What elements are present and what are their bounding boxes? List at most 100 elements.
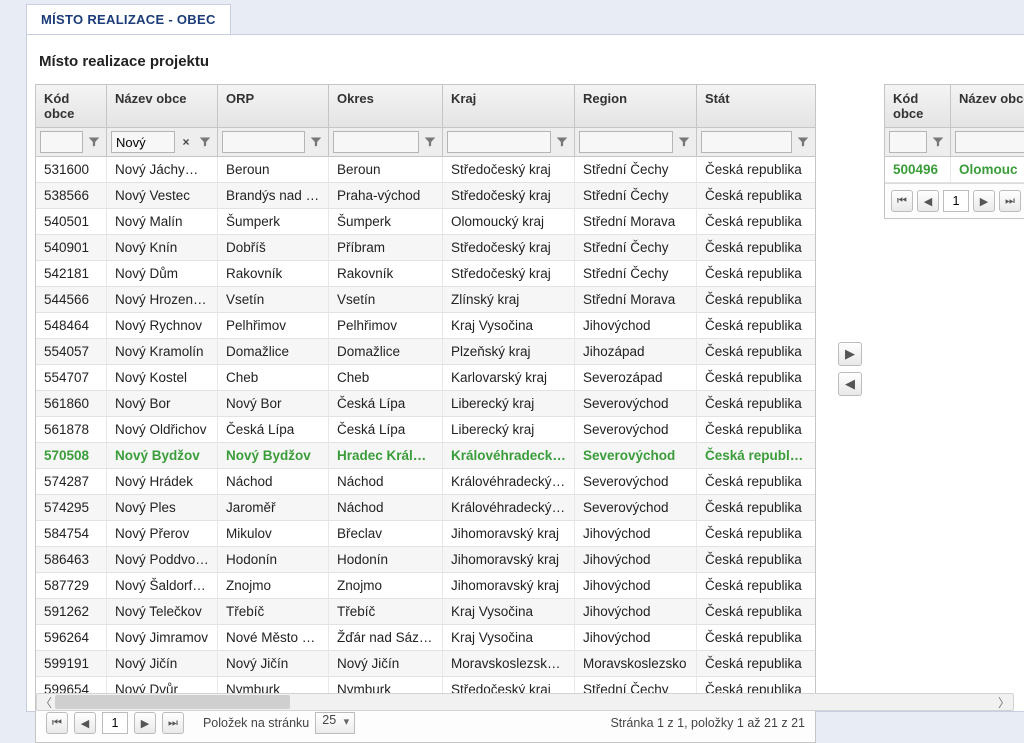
- table-row[interactable]: 586463Nový PoddvorovHodonínHodonínJihomo…: [36, 547, 815, 573]
- cell-kraj: Středočeský kraj: [443, 235, 575, 260]
- table-row[interactable]: 587729Nový Šaldorf-Sed…ZnojmoZnojmoJihom…: [36, 573, 815, 599]
- col-header-nazev-obce[interactable]: Název obce: [951, 85, 1024, 127]
- move-right-button[interactable]: ▶: [838, 342, 862, 366]
- col-header-kod-obce[interactable]: Kód obce: [885, 85, 951, 127]
- table-row[interactable]: 540501Nový MalínŠumperkŠumperkOlomoucký …: [36, 209, 815, 235]
- col-header-kraj[interactable]: Kraj: [443, 85, 575, 127]
- cell-nazev: Nový Oldřichov: [107, 417, 218, 442]
- col-header-kod-obce[interactable]: Kód obce: [36, 85, 107, 127]
- cell-orp: Rakovník: [218, 261, 329, 286]
- scroll-left-icon[interactable]: 〈: [37, 694, 55, 710]
- table-row[interactable]: 548464Nový RychnovPelhřimovPelhřimovKraj…: [36, 313, 815, 339]
- pager-last-icon[interactable]: ⏭: [999, 190, 1021, 212]
- table-row[interactable]: 591262Nový TelečkovTřebíčTřebíčKraj Vyso…: [36, 599, 815, 625]
- cell-kod: 548464: [36, 313, 107, 338]
- table-row[interactable]: 596264Nový JimramovNové Město na M…Žďár …: [36, 625, 815, 651]
- table-row[interactable]: 554057Nový KramolínDomažliceDomažlicePlz…: [36, 339, 815, 365]
- table-row[interactable]: 542181Nový DůmRakovníkRakovníkStředočesk…: [36, 261, 815, 287]
- table-row[interactable]: 574287Nový HrádekNáchodNáchodKrálovéhrad…: [36, 469, 815, 495]
- funnel-icon[interactable]: [795, 132, 811, 152]
- filter-kraj[interactable]: [447, 131, 551, 153]
- cell-stat: Česká republika: [697, 183, 815, 208]
- table-row[interactable]: 500496Olomouc: [885, 157, 1024, 183]
- cell-kod: 500496: [885, 157, 951, 182]
- cell-okres: Znojmo: [329, 573, 443, 598]
- cell-kraj: Zlínský kraj: [443, 287, 575, 312]
- table-row[interactable]: 574295Nový PlesJaroměřNáchodKrálovéhrade…: [36, 495, 815, 521]
- cell-stat: Česká republika: [697, 313, 815, 338]
- filter-nazev-obce[interactable]: [111, 131, 175, 153]
- filter-okres[interactable]: [333, 131, 419, 153]
- table-row[interactable]: 561860Nový BorNový BorČeská LípaLibereck…: [36, 391, 815, 417]
- pager-first-icon[interactable]: ⏮: [46, 712, 68, 734]
- table-row[interactable]: 599191Nový JičínNový JičínNový JičínMora…: [36, 651, 815, 677]
- pager-prev-icon[interactable]: ◀: [917, 190, 939, 212]
- table-row[interactable]: 584754Nový PřerovMikulovBřeclavJihomorav…: [36, 521, 815, 547]
- cell-region: Severovýchod: [575, 495, 697, 520]
- section-title: Místo realizace projektu: [27, 53, 1024, 84]
- filter-nazev-obce[interactable]: [955, 131, 1024, 153]
- cell-kod: 538566: [36, 183, 107, 208]
- table-row[interactable]: 540901Nový KnínDobříšPříbramStředočeský …: [36, 235, 815, 261]
- filter-stat[interactable]: [701, 131, 792, 153]
- pager-items-per-page-label: Položek na stránku: [203, 716, 309, 730]
- table-row[interactable]: 538566Nový VestecBrandýs nad Lab…Praha-v…: [36, 183, 815, 209]
- cell-stat: Česká republika: [697, 469, 815, 494]
- table-row[interactable]: 554707Nový KostelChebChebKarlovarský kra…: [36, 365, 815, 391]
- table-row[interactable]: 561878Nový OldřichovČeská LípaČeská Lípa…: [36, 417, 815, 443]
- pager-first-icon[interactable]: ⏮: [891, 190, 913, 212]
- pager-items-per-page-select[interactable]: 25: [315, 712, 355, 734]
- filter-orp[interactable]: [222, 131, 305, 153]
- cell-orp: Nový Jičín: [218, 651, 329, 676]
- cell-orp: Nové Město na M…: [218, 625, 329, 650]
- scroll-thumb[interactable]: [55, 695, 290, 709]
- cell-orp: Nový Bydžov: [218, 443, 329, 468]
- pager-next-icon[interactable]: ▶: [134, 712, 156, 734]
- funnel-icon[interactable]: [308, 132, 324, 152]
- pager-prev-icon[interactable]: ◀: [74, 712, 96, 734]
- cell-orp: Šumperk: [218, 209, 329, 234]
- table-row[interactable]: 544566Nový HrozenkovVsetínVsetínZlínský …: [36, 287, 815, 313]
- cell-region: Severovýchod: [575, 417, 697, 442]
- filter-kod-obce[interactable]: [40, 131, 83, 153]
- funnel-icon[interactable]: [197, 132, 213, 152]
- pager-page-input[interactable]: [102, 712, 128, 734]
- clear-filter-icon[interactable]: ×: [178, 132, 194, 152]
- cell-nazev: Olomouc: [951, 157, 1024, 182]
- cell-stat: Česká republika: [697, 339, 815, 364]
- scroll-right-icon[interactable]: 〉: [995, 694, 1013, 710]
- table-row[interactable]: 570508Nový BydžovNový BydžovHradec Králo…: [36, 443, 815, 469]
- transfer-buttons: ▶ ◀: [838, 84, 862, 402]
- cell-nazev: Nový Bydžov: [107, 443, 218, 468]
- horizontal-scrollbar[interactable]: 〈 〉: [36, 693, 1014, 711]
- cell-nazev: Nový Bor: [107, 391, 218, 416]
- tab-label: MÍSTO REALIZACE - OBEC: [41, 12, 216, 27]
- col-header-region[interactable]: Region: [575, 85, 697, 127]
- cell-stat: Česká republika: [697, 521, 815, 546]
- filter-kod-obce[interactable]: [889, 131, 927, 153]
- cell-kod: 591262: [36, 599, 107, 624]
- cell-orp: Třebíč: [218, 599, 329, 624]
- cell-kraj: Středočeský kraj: [443, 261, 575, 286]
- cell-kraj: Plzeňský kraj: [443, 339, 575, 364]
- pager-last-icon[interactable]: ⏭: [162, 712, 184, 734]
- col-header-orp[interactable]: ORP: [218, 85, 329, 127]
- col-header-nazev-obce[interactable]: Název obce: [107, 85, 218, 127]
- funnel-icon[interactable]: [554, 132, 570, 152]
- pager-page-input[interactable]: [943, 190, 969, 212]
- cell-orp: Dobříš: [218, 235, 329, 260]
- table-row[interactable]: 531600Nový JáchymovBerounBerounStředočes…: [36, 157, 815, 183]
- move-left-button[interactable]: ◀: [838, 372, 862, 396]
- funnel-icon[interactable]: [422, 132, 438, 152]
- tab-misto-realizace-obec[interactable]: MÍSTO REALIZACE - OBEC: [26, 4, 231, 34]
- funnel-icon[interactable]: [930, 132, 946, 152]
- funnel-icon[interactable]: [86, 132, 102, 152]
- cell-region: Jihovýchod: [575, 599, 697, 624]
- pager-next-icon[interactable]: ▶: [973, 190, 995, 212]
- filter-region[interactable]: [579, 131, 673, 153]
- col-header-okres[interactable]: Okres: [329, 85, 443, 127]
- col-header-stat[interactable]: Stát: [697, 85, 815, 127]
- funnel-icon[interactable]: [676, 132, 692, 152]
- cell-nazev: Nový Hrozenkov: [107, 287, 218, 312]
- cell-kraj: Středočeský kraj: [443, 157, 575, 182]
